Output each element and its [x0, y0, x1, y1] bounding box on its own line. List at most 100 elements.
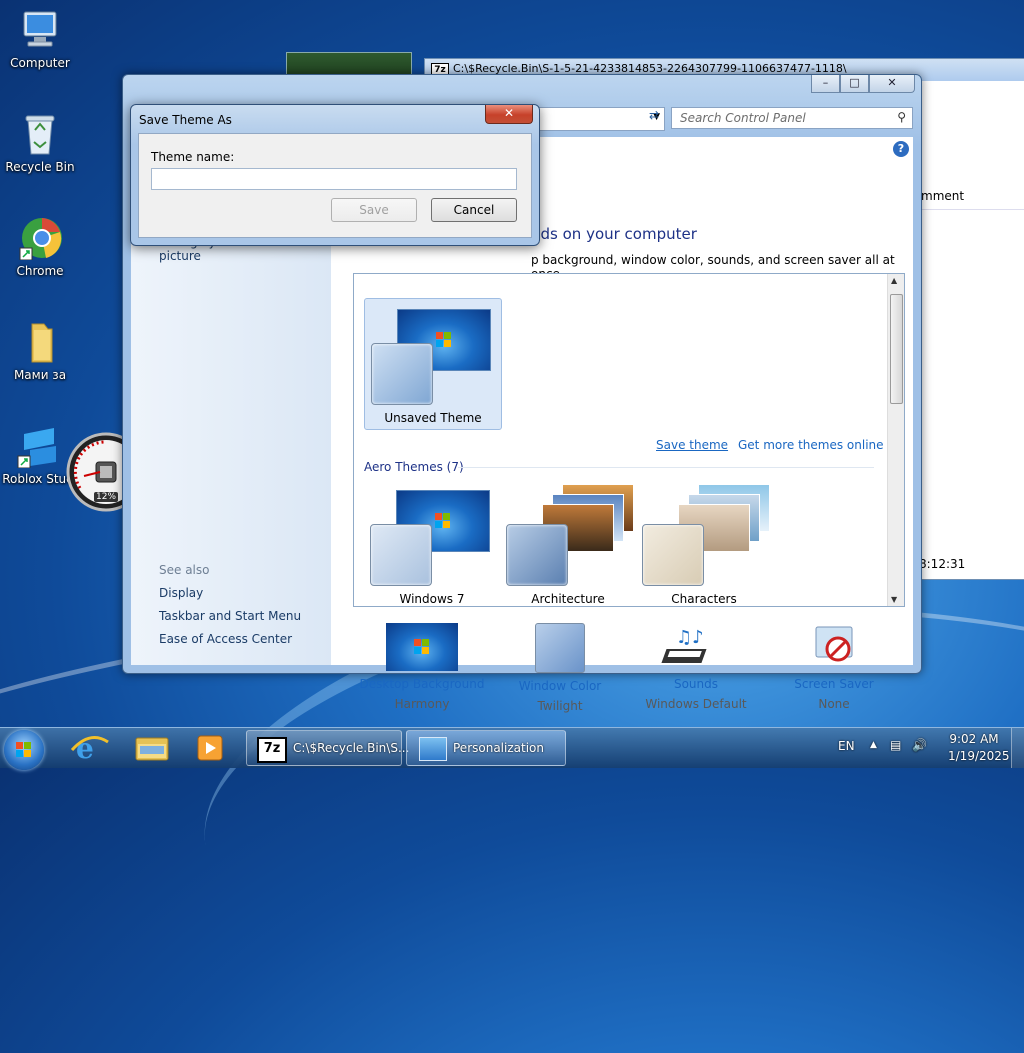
theme-color-swatch: [642, 524, 704, 586]
taskbar-button-label: C:\$Recycle.Bin\S...: [293, 741, 410, 755]
desktop-icon-folder[interactable]: Мами за: [2, 320, 78, 382]
screen-saver-setting[interactable]: Screen Saver None: [769, 623, 899, 711]
close-button[interactable]: ✕: [869, 75, 915, 93]
dialog-close-button[interactable]: ✕: [485, 105, 533, 124]
theme-label: Windows 7: [399, 592, 465, 606]
pinned-file-explorer[interactable]: [130, 732, 174, 764]
desktop-background-setting[interactable]: Desktop Background Harmony: [357, 623, 487, 711]
setting-value: Harmony: [394, 697, 450, 711]
taskbar-button-7zip[interactable]: 7z C:\$Recycle.Bin\S...: [246, 730, 409, 766]
save-button[interactable]: Save: [331, 198, 417, 222]
taskbar-button-personalization[interactable]: Personalization: [406, 730, 566, 766]
windows-logo-icon: [436, 332, 452, 348]
window-color-icon: [535, 623, 585, 673]
desktop-icon-recycle-bin[interactable]: Recycle Bin: [2, 112, 78, 174]
theme-unsaved[interactable]: Unsaved Theme: [364, 298, 502, 430]
volume-icon[interactable]: 🔊: [912, 738, 927, 752]
screen-saver-icon: [798, 623, 870, 671]
desktop-background-icon: [386, 623, 458, 671]
theme-color-swatch: [506, 524, 568, 586]
desktop-icon-computer[interactable]: Computer: [2, 8, 78, 70]
themes-list[interactable]: Unsaved Theme Save theme Get more themes…: [353, 273, 905, 607]
minimize-button[interactable]: –: [811, 75, 840, 93]
column-header[interactable]: mment: [921, 189, 964, 203]
folder-icon: [135, 737, 169, 761]
7zip-icon: 7z: [257, 737, 287, 763]
desktop-icon-label: Chrome: [16, 264, 64, 278]
windows-logo-icon: [435, 513, 451, 529]
theme-windows-7[interactable]: Windows 7: [364, 480, 500, 606]
desktop-icon-chrome[interactable]: Chrome: [2, 216, 78, 278]
setting-label[interactable]: Screen Saver: [769, 677, 899, 691]
page-heading: nds on your computer: [531, 225, 697, 243]
search-placeholder: Search Control Panel: [680, 111, 806, 125]
refresh-button[interactable]: ⇄: [643, 108, 665, 128]
network-icon[interactable]: ▤: [890, 738, 901, 752]
setting-value: Windows Default: [645, 697, 747, 711]
show-desktop-button[interactable]: [1011, 728, 1024, 768]
save-theme-dialog[interactable]: Save Theme As ✕ Theme name: Save Cancel: [130, 104, 540, 246]
windows-logo-icon: [414, 639, 430, 655]
theme-name-input[interactable]: [151, 168, 517, 190]
start-button[interactable]: [4, 730, 44, 770]
setting-label[interactable]: Sounds: [631, 677, 761, 691]
theme-architecture[interactable]: Architecture: [500, 480, 636, 606]
theme-name-label: Theme name:: [151, 150, 235, 164]
sounds-icon: ♫♪: [660, 623, 732, 671]
pinned-internet-explorer[interactable]: e: [68, 732, 112, 765]
close-icon: ✕: [503, 106, 515, 120]
desktop-icon-label: Recycle Bin: [5, 160, 75, 174]
theme-color-swatch: [370, 524, 432, 586]
desktop-icon-label: Мами за: [13, 368, 67, 382]
theme-label: Characters: [671, 592, 737, 606]
cancel-button[interactable]: Cancel: [431, 198, 517, 222]
dialog-body: Theme name: Save Cancel: [138, 133, 532, 238]
search-input[interactable]: Search Control Panel ⚲: [671, 107, 913, 129]
scroll-down-icon[interactable]: ▼: [891, 595, 897, 604]
column-divider: [915, 209, 1024, 210]
media-player-icon: [197, 735, 223, 761]
theme-label: Unsaved Theme: [384, 411, 482, 425]
maximize-button[interactable]: □: [840, 75, 869, 93]
recycle-bin-icon: [18, 112, 62, 156]
save-theme-link[interactable]: Save theme: [656, 438, 728, 452]
computer-icon: [18, 8, 62, 52]
see-also-display[interactable]: Display: [159, 586, 203, 600]
theme-label: Architecture: [531, 592, 605, 606]
sounds-setting[interactable]: ♫♪ Sounds Windows Default: [631, 623, 761, 711]
theme-characters[interactable]: Characters: [636, 480, 772, 606]
folder-icon: [18, 320, 62, 364]
pinned-media-player[interactable]: [188, 732, 232, 764]
see-also-taskbar[interactable]: Taskbar and Start Menu: [159, 609, 301, 623]
setting-label[interactable]: Desktop Background: [357, 677, 487, 691]
taskbar-button-label: Personalization: [453, 741, 544, 755]
help-icon[interactable]: ?: [893, 141, 909, 157]
refresh-icon: ⇄: [648, 108, 660, 122]
setting-value: None: [818, 697, 850, 711]
personalization-icon: [419, 737, 447, 761]
clock-time: 9:02 AM: [949, 732, 999, 746]
show-hidden-icons[interactable]: ▲: [870, 740, 877, 750]
see-also-heading: See also: [159, 563, 210, 577]
windows-logo-icon: [16, 742, 32, 758]
cpu-meter-gadget[interactable]: 12%: [66, 432, 146, 512]
window-color-setting[interactable]: Window Color Twilight: [495, 623, 625, 713]
search-icon[interactable]: ⚲: [897, 110, 906, 124]
setting-value: Twilight: [537, 699, 583, 713]
theme-color-swatch: [371, 343, 433, 405]
see-also-ease-of-access[interactable]: Ease of Access Center: [159, 632, 292, 646]
language-indicator[interactable]: EN: [838, 739, 855, 753]
aero-themes-heading: Aero Themes (7): [364, 460, 464, 474]
get-more-themes-link[interactable]: Get more themes online: [738, 438, 884, 452]
scroll-up-icon[interactable]: ▲: [891, 276, 897, 285]
time-cell: 8:12:31: [919, 557, 966, 571]
themes-scrollbar[interactable]: ▲ ▼: [887, 274, 904, 606]
desktop-icon-roblox-studio[interactable]: Roblox Stud: [0, 424, 76, 486]
setting-label[interactable]: Window Color: [495, 679, 625, 693]
roblox-studio-icon: [16, 424, 60, 469]
clock[interactable]: 9:02 AM 1/19/2025: [948, 732, 1010, 763]
scrollbar-thumb[interactable]: [890, 294, 903, 404]
dialog-title: Save Theme As: [139, 113, 232, 127]
svg-text:♫♪: ♫♪: [676, 627, 704, 648]
clock-date: 1/19/2025: [948, 749, 1010, 763]
